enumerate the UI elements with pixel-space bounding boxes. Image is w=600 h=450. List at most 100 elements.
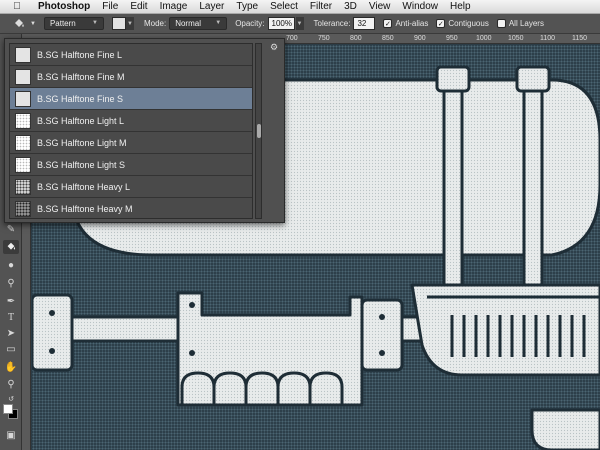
ruler-label: 700 bbox=[286, 35, 298, 42]
right-clamp bbox=[360, 298, 404, 372]
strap-left bbox=[442, 65, 464, 289]
pattern-label: B.SG Halftone Fine S bbox=[37, 93, 124, 104]
rivet bbox=[189, 350, 195, 356]
ruler-label: 800 bbox=[350, 35, 362, 42]
pattern-list-scrollbar[interactable] bbox=[255, 43, 262, 219]
rivet bbox=[49, 348, 55, 354]
menu-image[interactable]: Image bbox=[154, 0, 194, 14]
opacity-field[interactable]: 100% bbox=[267, 17, 295, 30]
quick-mask-icon[interactable]: ▣ bbox=[3, 428, 19, 442]
scrollbar-thumb[interactable] bbox=[257, 124, 261, 138]
pattern-thumbnail bbox=[15, 112, 31, 129]
menu-app[interactable]: Photoshop bbox=[32, 0, 96, 14]
pattern-label: B.SG Halftone Fine L bbox=[37, 49, 123, 60]
menu-layer[interactable]: Layer bbox=[193, 0, 230, 14]
ruler-label: 850 bbox=[382, 35, 394, 42]
pattern-label: B.SG Halftone Fine M bbox=[37, 71, 125, 82]
pattern-label: B.SG Halftone Light S bbox=[37, 159, 126, 170]
contiguous-label: Contiguous bbox=[448, 19, 489, 28]
opacity-label: Opacity: bbox=[235, 19, 265, 28]
all-layers-label: All Layers bbox=[508, 19, 544, 28]
ruler-label: 1000 bbox=[476, 35, 492, 42]
paint-bucket-icon[interactable] bbox=[3, 240, 19, 254]
anti-alias-checkbox[interactable]: ✓ bbox=[383, 19, 393, 28]
contiguous-checkbox[interactable]: ✓ bbox=[436, 19, 446, 28]
ruler-label: 1050 bbox=[508, 35, 524, 42]
ruler-label: 1150 bbox=[572, 35, 588, 42]
fill-source-value: Pattern bbox=[49, 19, 76, 28]
paint-bucket-icon[interactable] bbox=[8, 15, 30, 33]
pattern-list-item[interactable]: B.SG Halftone Heavy M bbox=[10, 198, 252, 218]
pattern-picker-caret-icon[interactable]: ▼ bbox=[125, 17, 134, 30]
eraser-icon[interactable]: ✎ bbox=[3, 222, 19, 236]
ruler-label: 1100 bbox=[540, 35, 556, 42]
pattern-list-item[interactable]: B.SG Halftone Fine M bbox=[10, 66, 252, 88]
pattern-list: B.SG Halftone Fine L B.SG Halftone Fine M… bbox=[9, 43, 253, 219]
menu-3d[interactable]: 3D bbox=[338, 0, 363, 14]
menu-file[interactable]: File bbox=[96, 0, 124, 14]
path-selection-icon[interactable]: ➤ bbox=[3, 326, 19, 340]
pattern-label: B.SG Halftone Light L bbox=[37, 115, 125, 126]
pattern-thumbnail bbox=[15, 46, 31, 63]
rivet bbox=[189, 302, 195, 308]
foreground-color-swatch[interactable] bbox=[3, 404, 13, 414]
strap-right bbox=[522, 65, 544, 289]
menu-bar:  Photoshop File Edit Image Layer Type S… bbox=[0, 0, 600, 14]
pattern-label: B.SG Halftone Light M bbox=[37, 137, 127, 148]
type-icon[interactable]: T bbox=[3, 310, 19, 324]
menu-filter[interactable]: Filter bbox=[304, 0, 338, 14]
rivet bbox=[379, 350, 385, 356]
ruler-label: 950 bbox=[446, 35, 458, 42]
pattern-label: B.SG Halftone Heavy L bbox=[37, 181, 131, 192]
mode-label: Mode: bbox=[143, 19, 167, 28]
pattern-label: B.SG Halftone Heavy M bbox=[37, 203, 133, 214]
tool-preset-caret-icon[interactable]: ▼ bbox=[30, 21, 36, 27]
tolerance-label: Tolerance: bbox=[313, 19, 351, 28]
options-bar: ▼ Pattern ▼ ▼ Mode: Normal ▼ Opacity: 10… bbox=[0, 14, 600, 34]
tolerance-field[interactable]: 32 bbox=[353, 17, 376, 30]
menu-view[interactable]: View bbox=[363, 0, 397, 14]
hand-icon[interactable]: ✋ bbox=[3, 360, 19, 374]
pattern-thumbnail bbox=[15, 90, 31, 107]
mode-select[interactable]: Normal ▼ bbox=[169, 17, 228, 30]
ruler-label: 900 bbox=[414, 35, 426, 42]
left-clamp bbox=[32, 293, 74, 372]
zoom-icon[interactable]: ⚲ bbox=[3, 377, 19, 391]
anti-alias-label: Anti-alias bbox=[395, 19, 429, 28]
pattern-thumbnail bbox=[15, 178, 31, 195]
fill-source-select[interactable]: Pattern ▼ bbox=[43, 17, 104, 30]
pen-icon[interactable]: ✒ bbox=[3, 294, 19, 308]
pattern-thumbnail bbox=[15, 156, 31, 173]
pattern-thumbnail bbox=[15, 134, 31, 151]
all-layers-checkbox[interactable] bbox=[496, 19, 506, 28]
chevron-down-icon: ▼ bbox=[92, 20, 98, 26]
photoshop-window:  Photoshop File Edit Image Layer Type S… bbox=[0, 0, 600, 450]
pattern-list-item[interactable]: B.SG Halftone Fine L bbox=[10, 44, 252, 66]
rivet bbox=[49, 310, 55, 316]
mode-value: Normal bbox=[175, 19, 201, 28]
menu-edit[interactable]: Edit bbox=[124, 0, 153, 14]
blur-icon[interactable]: ● bbox=[3, 258, 19, 272]
rectangle-icon[interactable]: ▭ bbox=[3, 342, 19, 356]
dodge-icon[interactable]: ⚲ bbox=[3, 276, 19, 290]
center-grip bbox=[176, 291, 364, 407]
pattern-picker-popup: B.SG Halftone Fine L B.SG Halftone Fine M… bbox=[4, 38, 285, 223]
pattern-list-item[interactable]: B.SG Halftone Light S bbox=[10, 154, 252, 176]
ruler-label: 750 bbox=[318, 35, 330, 42]
apple-icon[interactable]:  bbox=[8, 1, 26, 12]
pattern-list-item[interactable]: B.SG Halftone Fine S bbox=[10, 88, 252, 110]
menu-select[interactable]: Select bbox=[264, 0, 304, 14]
foreground-background-colors[interactable] bbox=[3, 404, 19, 420]
pattern-list-item[interactable]: B.SG Halftone Light M bbox=[10, 132, 252, 154]
pattern-list-item[interactable]: B.SG Halftone Heavy L bbox=[10, 176, 252, 198]
rivet bbox=[379, 314, 385, 320]
bottom-handle bbox=[530, 408, 600, 450]
menu-help[interactable]: Help bbox=[444, 0, 477, 14]
pattern-list-item[interactable]: B.SG Halftone Light L bbox=[10, 110, 252, 132]
menu-window[interactable]: Window bbox=[396, 0, 444, 14]
pattern-swatch[interactable] bbox=[111, 17, 126, 30]
opacity-slider-caret-icon[interactable]: ▼ bbox=[295, 17, 304, 30]
gear-icon[interactable]: ⚙ bbox=[268, 41, 280, 53]
menu-type[interactable]: Type bbox=[230, 0, 264, 14]
strap-top-right bbox=[515, 65, 551, 93]
